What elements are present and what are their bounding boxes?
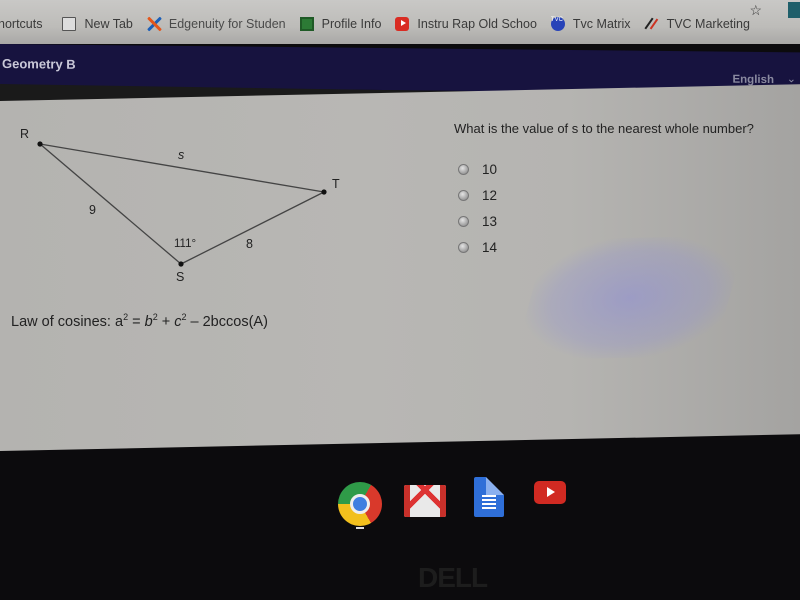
google-docs-icon[interactable] [474,477,504,517]
angle-s-label: 111° [174,238,197,250]
bookmark-tvc-marketing[interactable]: TVC Marketing [645,17,750,31]
dell-logo: DELL [418,562,488,593]
side-s-label: s [178,148,185,162]
bookmark-label: New Tab [84,17,133,31]
formula-b: b [144,313,153,330]
hint-prefix: Law of cosines: [11,313,115,330]
answer-option[interactable]: 14 [458,234,497,260]
youtube-app-icon[interactable] [534,481,566,504]
radio-button[interactable] [458,241,469,253]
profile-icon [299,17,314,31]
bookmark-edgenuity[interactable]: Edgenuity for Studen [147,17,286,31]
bookmark-label: Instru Rap Old Schoo [417,17,537,31]
answer-option[interactable]: 13 [458,208,497,234]
vertex-r-label: R [20,127,30,141]
tvc-marketing-icon [645,17,659,31]
edgenuity-icon [147,17,161,31]
gmail-icon[interactable] [404,485,446,517]
running-indicator [356,527,364,529]
bookmark-label: hortcuts [0,17,43,31]
option-label: 13 [482,213,498,229]
vertex-s-label: S [176,270,185,284]
screen-glare [513,235,747,361]
bookmark-new-tab[interactable]: New Tab [62,17,133,31]
formula-plus: + [157,313,175,330]
bookmark-instru-rap[interactable]: Instru Rap Old Schoo [395,17,537,31]
radio-button[interactable] [458,189,469,201]
formula-eq: = [128,313,145,330]
bookmark-label: Tvc Matrix [572,17,631,31]
radio-button[interactable] [458,163,469,175]
law-of-cosines-hint: Law of cosines: a2 = b2 + c2 – 2bccos(A) [11,312,268,330]
answer-options: 10 12 13 14 [458,156,497,260]
tvc-icon: TVC [550,17,565,31]
youtube-icon [395,17,410,31]
extension-icon[interactable] [788,2,800,18]
bookmark-label: Edgenuity for Studen [168,17,286,31]
bookmark-profile-info[interactable]: Profile Info [299,17,382,31]
side-rs-length: 9 [89,203,96,217]
bookmark-label: TVC Marketing [666,17,750,31]
option-label: 12 [482,187,498,203]
course-title: Geometry B [2,56,76,72]
bookmark-star-icon[interactable]: ☆ [749,2,762,19]
option-label: 14 [482,239,498,255]
radio-button[interactable] [458,215,469,227]
bookmark-tvc-matrix[interactable]: TVC Tvc Matrix [550,17,631,31]
formula-a: a [114,313,124,330]
bookmark-shortcuts[interactable]: hortcuts [0,17,42,31]
bookmark-label: Profile Info [321,17,382,31]
answer-option[interactable]: 10 [458,156,497,182]
answer-option[interactable]: 12 [458,182,497,208]
bookmarks-bar: hortcuts New Tab Edgenuity for Studen Pr… [0,0,800,44]
option-label: 10 [482,161,498,177]
question-text: What is the value of s to the nearest wh… [454,121,754,136]
side-st-length: 8 [246,237,253,251]
question-panel [0,83,800,451]
formula-rest: – 2bccos(A) [186,313,268,330]
page-icon [62,17,77,31]
vertex-t-label: T [332,177,340,191]
chrome-icon[interactable] [338,482,382,526]
